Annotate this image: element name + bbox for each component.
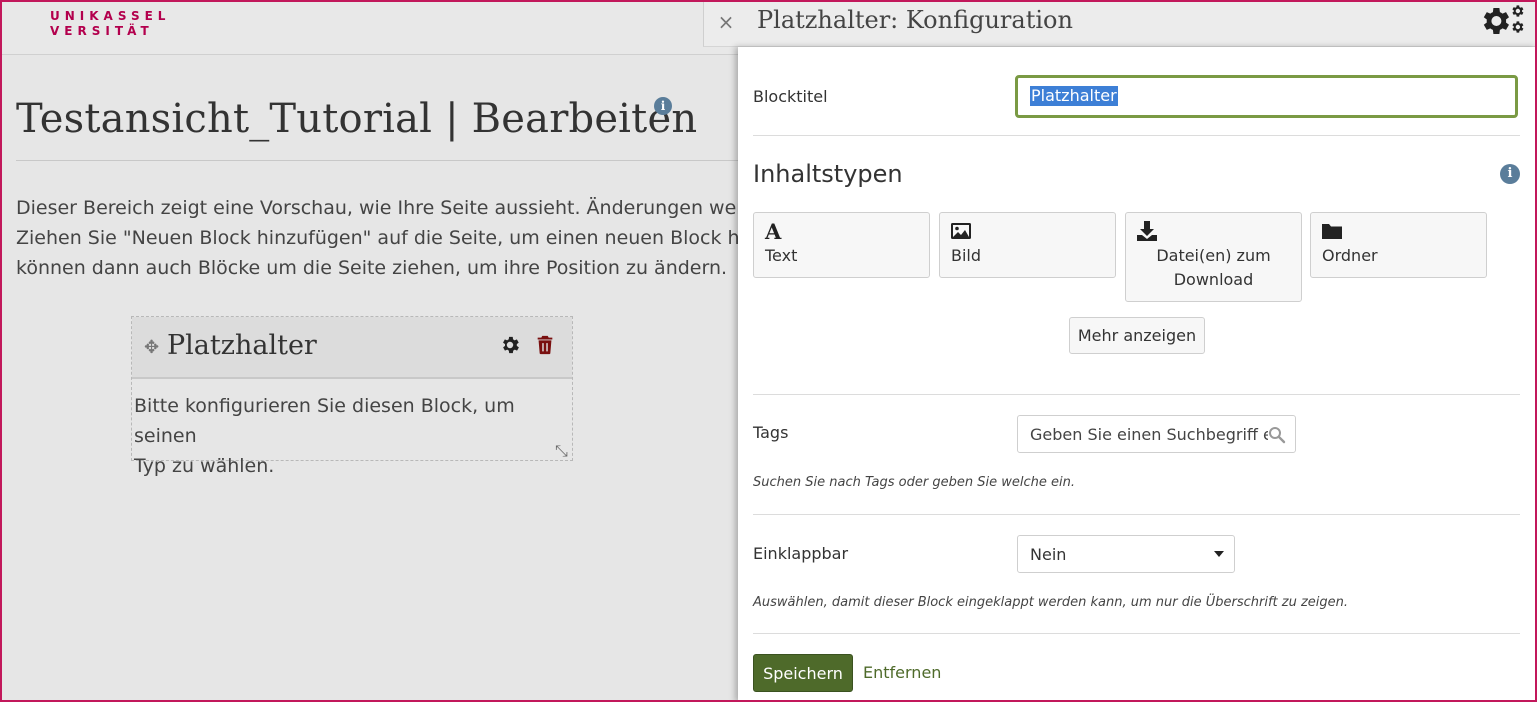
show-more-button[interactable]: Mehr anzeigen <box>1069 317 1205 354</box>
svg-text:A: A <box>764 220 782 242</box>
logo-line-2: VERSITÄT <box>50 24 154 38</box>
tags-search-input[interactable]: Geben Sie einen Suchbegriff ein <box>1017 415 1296 453</box>
content-type-label: Bild <box>951 246 982 265</box>
placeholder-block[interactable]: ✥ Platzhalter Bitte konfigurieren Sie di… <box>131 316 573 477</box>
chevron-down-icon <box>1214 551 1224 557</box>
intro-text: Dieser Bereich zeigt eine Vorschau, wie … <box>16 193 746 283</box>
trash-icon[interactable] <box>534 334 556 356</box>
content-types-heading: Inhaltstypen <box>753 160 903 188</box>
search-icon <box>1269 427 1286 444</box>
content-type-text[interactable]: A Text <box>753 212 930 278</box>
logo-line-1: UNIKASSEL <box>50 9 171 23</box>
collapsible-select[interactable]: Nein <box>1017 535 1235 573</box>
image-icon <box>951 223 971 239</box>
block-body-line: Bitte konfigurieren Sie diesen Block, um… <box>134 395 515 447</box>
divider <box>753 633 1520 634</box>
folder-icon <box>1322 224 1342 239</box>
content-type-label: Text <box>765 246 798 265</box>
title-divider <box>16 160 756 161</box>
divider <box>753 514 1520 515</box>
content-type-label-line: Download <box>1173 270 1254 289</box>
text-icon: A <box>764 220 782 242</box>
block-header[interactable]: ✥ Platzhalter <box>132 317 572 379</box>
content-type-label: Datei(en) zum Download <box>1126 244 1301 292</box>
content-type-folder[interactable]: Ordner <box>1310 212 1487 278</box>
collapsible-hint: Auswählen, damit dieser Block eingeklapp… <box>753 595 1349 610</box>
content-type-image[interactable]: Bild <box>939 212 1116 278</box>
page-info-icon[interactable]: i <box>654 97 672 115</box>
gear-icon[interactable] <box>499 334 521 356</box>
content-type-download[interactable]: Datei(en) zum Download <box>1125 212 1302 302</box>
divider <box>753 394 1520 395</box>
move-icon[interactable]: ✥ <box>144 337 159 359</box>
collapsible-value: Nein <box>1030 545 1067 564</box>
divider <box>753 135 1520 136</box>
gears-icon <box>1483 5 1524 34</box>
block-body: Bitte konfigurieren Sie diesen Block, um… <box>134 391 564 481</box>
blocktitle-value: Platzhalter <box>1030 86 1118 106</box>
content-type-label: Ordner <box>1322 246 1378 265</box>
resize-icon[interactable]: ⤡ <box>555 441 568 461</box>
block-title: Platzhalter <box>167 330 317 361</box>
tags-hint: Suchen Sie nach Tags oder geben Sie welc… <box>753 475 1075 490</box>
page-title: Testansicht_Tutorial | Bearbeiten <box>16 96 698 142</box>
save-button[interactable]: Speichern <box>753 654 853 692</box>
config-drawer: Blocktitel Platzhalter Inhaltstypen i A … <box>738 47 1537 702</box>
tags-placeholder: Geben Sie einen Suchbegriff ein <box>1030 425 1268 444</box>
collapsible-label: Einklappbar <box>753 544 849 563</box>
download-icon <box>1137 221 1157 241</box>
drawer-title: Platzhalter: Konfiguration <box>757 6 1073 34</box>
block-body-line: Typ zu wählen. <box>134 455 275 477</box>
intro-line: Dieser Bereich zeigt eine Vorschau, wie … <box>16 197 746 219</box>
blocktitle-input[interactable]: Platzhalter <box>1015 75 1518 118</box>
config-drawer-header: × Platzhalter: Konfiguration <box>703 0 1537 47</box>
close-icon[interactable]: × <box>716 10 736 34</box>
remove-link[interactable]: Entfernen <box>863 663 941 682</box>
blocktitle-label: Blocktitel <box>753 87 828 106</box>
intro-line: Ziehen Sie "Neuen Block hinzufügen" auf … <box>16 227 746 249</box>
tags-label: Tags <box>753 423 789 442</box>
intro-line: können dann auch Blöcke um die Seite zie… <box>16 257 728 279</box>
content-type-label-line: Datei(en) zum <box>1156 246 1271 265</box>
university-logo[interactable]: UNIKASSEL VERSITÄT <box>50 9 170 39</box>
info-icon[interactable]: i <box>1500 164 1520 184</box>
